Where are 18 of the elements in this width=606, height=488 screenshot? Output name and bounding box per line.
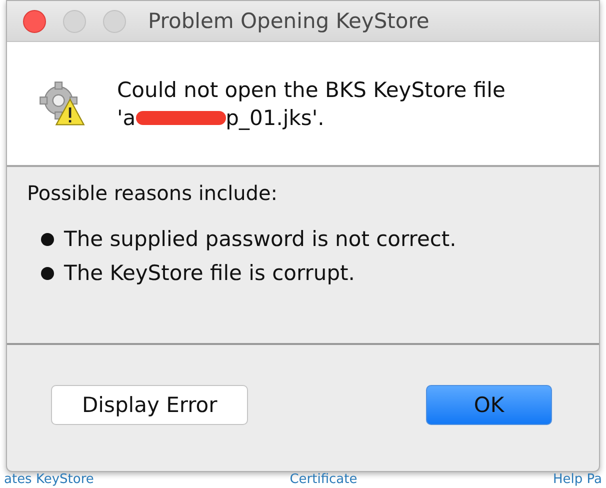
close-button[interactable] <box>23 10 46 32</box>
filename-start: 'a <box>117 104 136 132</box>
reason-text: The KeyStore file is corrupt. <box>64 261 355 285</box>
background-link[interactable]: Certificate <box>290 471 358 488</box>
window-title: Problem Opening KeyStore <box>148 9 430 33</box>
reasons-heading: Possible reasons include: <box>27 181 278 205</box>
minimize-button[interactable] <box>63 10 86 32</box>
filename-end: p_01.jks'. <box>226 104 324 132</box>
background-link[interactable]: ates KeyStore <box>4 471 94 488</box>
zoom-button[interactable] <box>103 10 126 32</box>
bullet-icon <box>41 232 54 246</box>
message-text: Could not open the BKS KeyStore file <box>117 76 506 104</box>
gear-warning-icon <box>39 80 85 126</box>
ok-button[interactable]: OK <box>426 385 552 425</box>
display-error-button[interactable]: Display Error <box>51 385 248 425</box>
reason-text: The supplied password is not correct. <box>64 227 456 251</box>
background-link[interactable]: Help Pa <box>553 471 602 488</box>
bullet-icon <box>41 266 54 280</box>
